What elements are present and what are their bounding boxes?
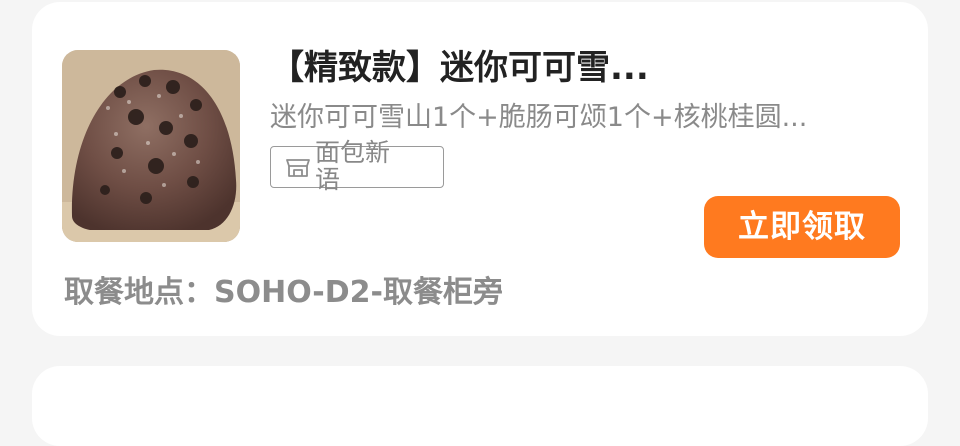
store-badge: 面包新语 [270, 139, 444, 193]
product-description: 迷你可可雪山1个+脆肠可颂1个+核桃桂圆... [270, 102, 808, 133]
store-name: 面包新语 [315, 138, 391, 194]
next-product-card[interactable] [32, 366, 928, 446]
store-icon [285, 155, 311, 179]
pickup-location: 取餐地点：SOHO-D2-取餐柜旁 [64, 275, 503, 310]
product-image[interactable] [62, 50, 240, 242]
product-card[interactable]: 【精致款】迷你可可雪... 迷你可可雪山1个+脆肠可颂1个+核桃桂圆... 面包… [32, 2, 928, 336]
product-title: 【精致款】迷你可可雪... [270, 48, 649, 88]
claim-button[interactable]: 立即领取 [704, 196, 900, 258]
